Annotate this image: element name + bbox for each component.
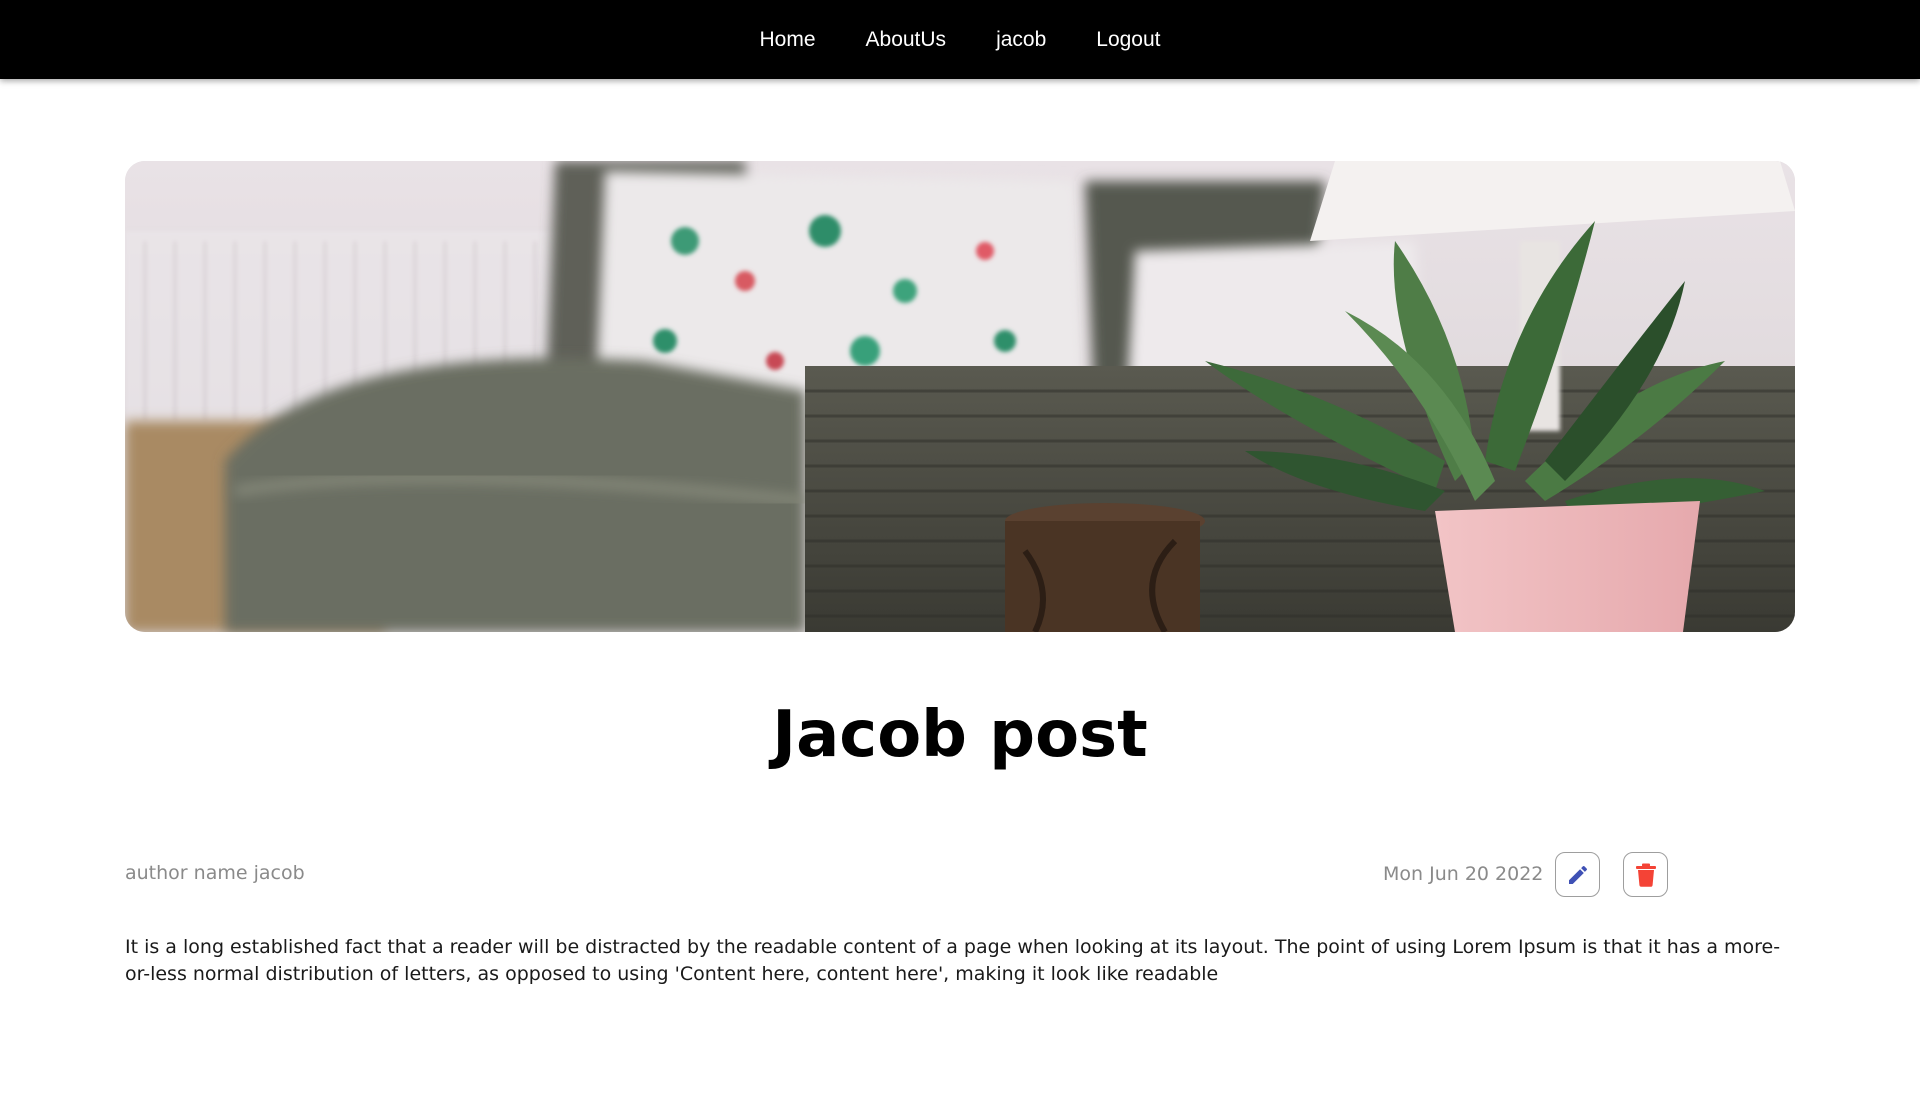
post-meta-actions: Mon Jun 20 2022 xyxy=(1383,852,1669,897)
delete-post-button[interactable] xyxy=(1623,852,1669,897)
trash-icon xyxy=(1635,863,1656,887)
top-navbar: Home AboutUs jacob Logout xyxy=(0,0,1920,79)
post-date: Mon Jun 20 2022 xyxy=(1383,863,1544,885)
post-author: author name jacob xyxy=(125,862,305,884)
edit-post-button[interactable] xyxy=(1555,852,1601,897)
nav-logout-link[interactable]: Logout xyxy=(1096,28,1160,51)
post-body: It is a long established fact that a rea… xyxy=(125,936,1781,985)
living-room-photo xyxy=(125,161,1795,632)
nav-aboutus-link[interactable]: AboutUs xyxy=(866,28,947,51)
post-title: Jacob post xyxy=(772,698,1148,772)
nav-list: Home AboutUs jacob Logout xyxy=(759,29,1160,50)
post-hero-image xyxy=(125,161,1795,632)
pencil-icon xyxy=(1568,865,1587,884)
nav-home-link[interactable]: Home xyxy=(759,28,815,51)
nav-user-link[interactable]: jacob xyxy=(996,28,1046,51)
